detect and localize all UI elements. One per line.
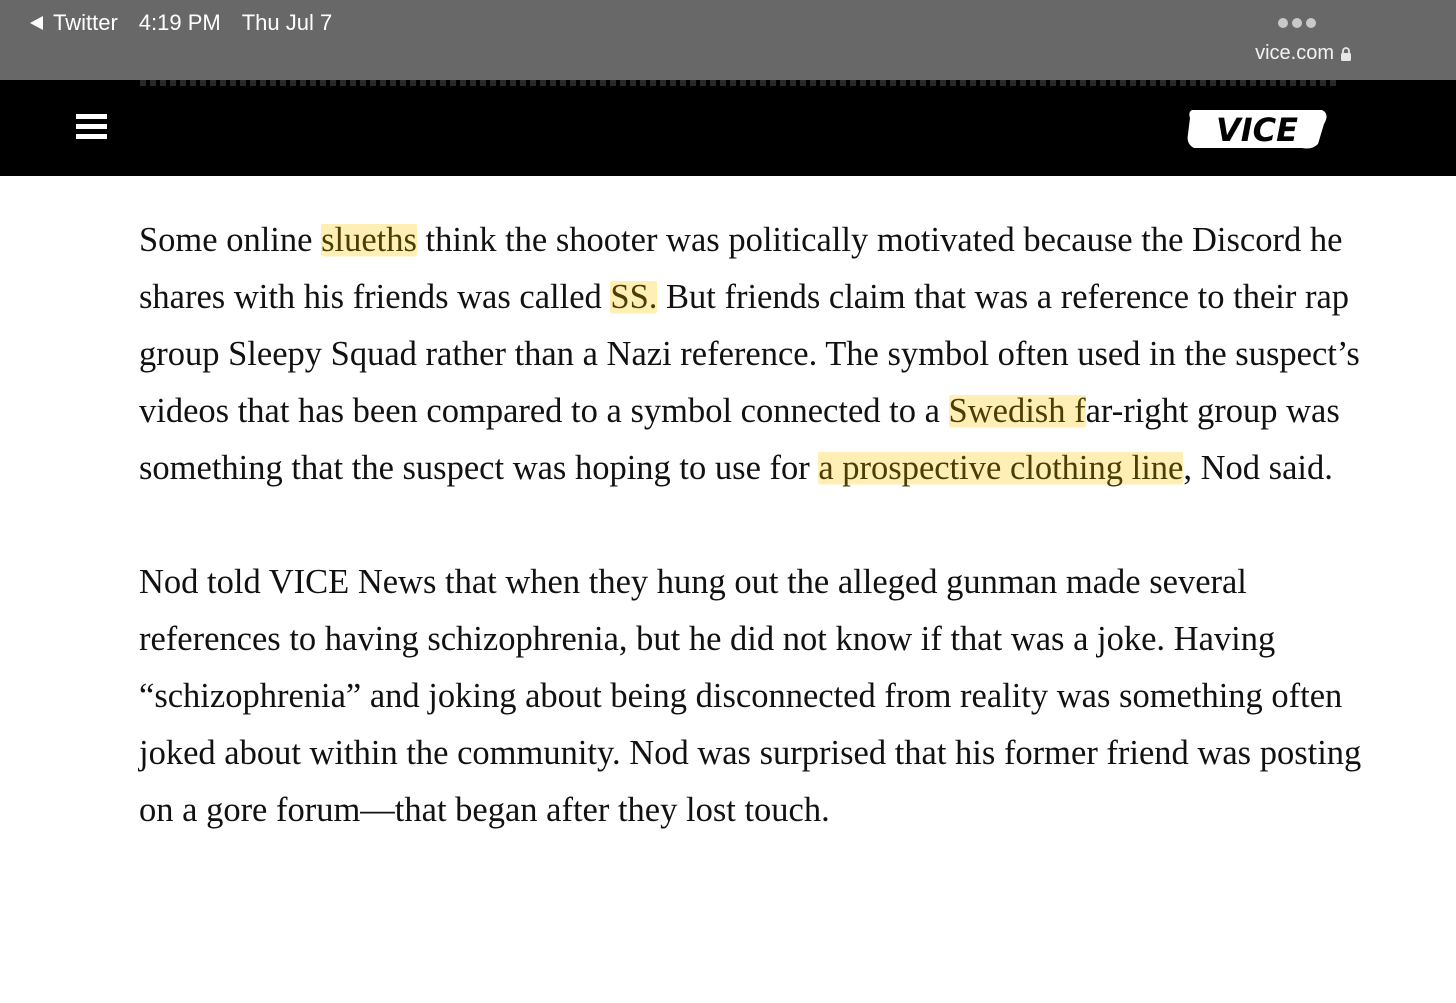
address-bar[interactable]: vice.com xyxy=(1255,42,1352,65)
vice-logo[interactable]: VICE xyxy=(1184,104,1330,152)
text-run: , Nod said. xyxy=(1183,449,1333,487)
paragraph-2: Nod told VICE News that when they hung o… xyxy=(139,563,1362,829)
status-left: Twitter 4:19 PM Thu Jul 7 xyxy=(30,10,332,36)
more-dot xyxy=(1292,18,1302,28)
highlight: SS. xyxy=(610,278,658,316)
status-time: 4:19 PM xyxy=(138,10,221,35)
lock-icon xyxy=(1341,46,1351,61)
menu-bar xyxy=(76,134,107,139)
paragraph-1: Some online slueths think the shooter wa… xyxy=(139,212,1379,497)
highlight: a prospective clothing line xyxy=(818,449,1184,487)
status-date: Thu Jul 7 xyxy=(241,10,333,35)
menu-icon[interactable] xyxy=(76,114,107,140)
more-dot xyxy=(1306,18,1316,28)
article-body: Some online slueths think the shooter wa… xyxy=(139,212,1379,896)
site-header: VICE xyxy=(0,80,1456,176)
highlight: Swedish f xyxy=(948,392,1086,430)
more-dot xyxy=(1278,18,1288,28)
back-to-app-link[interactable]: Twitter xyxy=(53,10,118,36)
text-run: Some online xyxy=(139,221,322,259)
highlight: slueths xyxy=(321,221,417,259)
logo-text: VICE xyxy=(1216,111,1298,149)
url-text: vice.com xyxy=(1255,42,1334,64)
menu-bar xyxy=(76,114,107,119)
back-arrow-icon[interactable] xyxy=(30,16,43,30)
more-icon[interactable] xyxy=(1278,18,1316,28)
scrolled-content-peek xyxy=(140,80,1340,86)
menu-bar xyxy=(76,124,107,129)
status-bar: Twitter 4:19 PM Thu Jul 7 vice.com xyxy=(0,0,1456,80)
